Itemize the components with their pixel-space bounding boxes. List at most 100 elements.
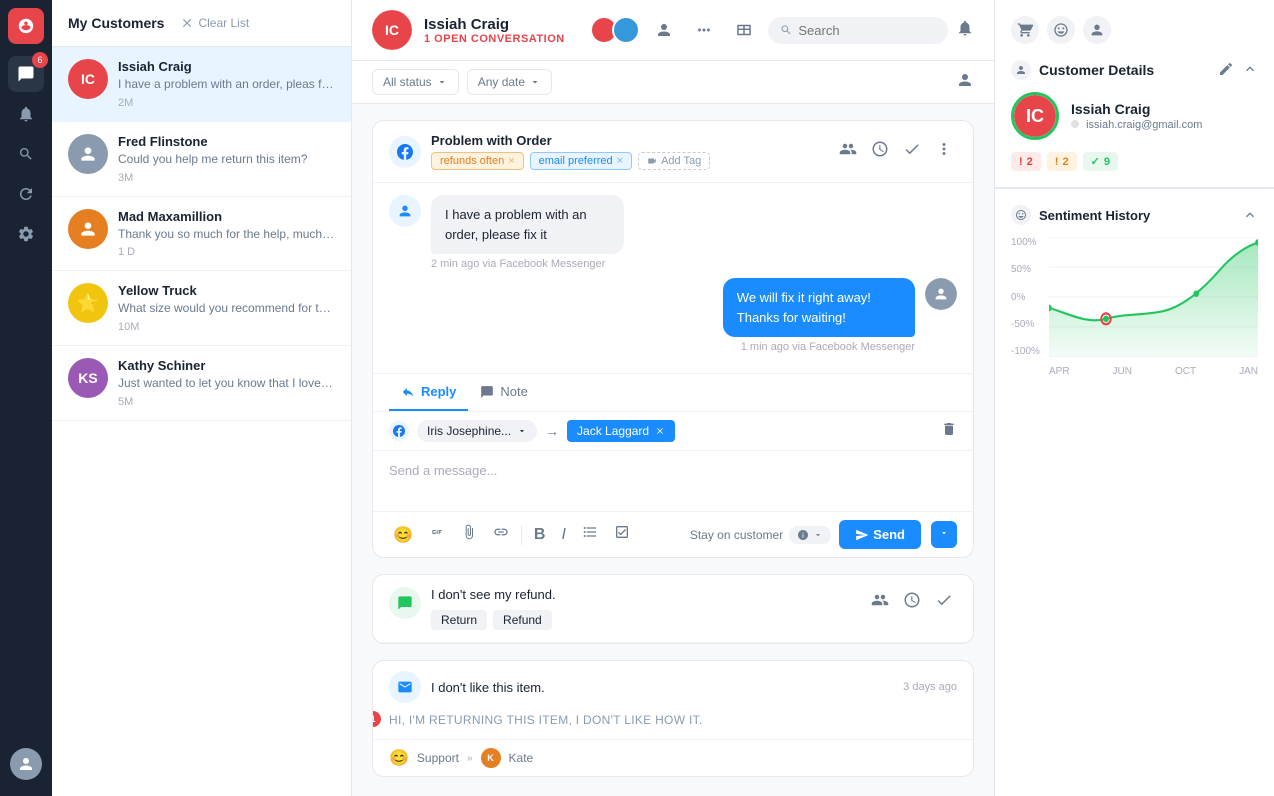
search-input[interactable]: [798, 23, 936, 38]
chart-x-labels: APR JUN OCT JAN: [1049, 366, 1258, 377]
sentiment-collapse-icon[interactable]: [1242, 207, 1258, 223]
customer-list: IC Issiah Craig I have a problem with an…: [52, 47, 351, 796]
italic-button[interactable]: I: [557, 522, 569, 548]
conv-card-1-title-area: Problem with Order refunds often × email…: [431, 133, 825, 170]
customer-badges: ! 2 ! 2 ✓ 9: [1011, 152, 1258, 171]
customer-preview-issiah: I have a problem with an order, pleas fi…: [118, 76, 335, 93]
customer-detail-card: IC Issiah Craig issiah.craig@gmail.com: [1011, 92, 1258, 140]
message-content-1: I have a problem with an order, please f…: [431, 195, 706, 270]
more-options-conv-button[interactable]: [931, 136, 957, 167]
msg-bubble-outgoing-1: We will fix it right away! Thanks for wa…: [723, 278, 915, 337]
customer-item-fred[interactable]: Fred Flinstone Could you help me return …: [52, 122, 351, 197]
refresh-icon[interactable]: [8, 176, 44, 212]
note-tab[interactable]: Note: [468, 374, 539, 411]
settings-icon[interactable]: [8, 216, 44, 252]
add-participants-button-2[interactable]: [867, 587, 893, 618]
assign-button[interactable]: [648, 14, 680, 46]
panel-toggle-button[interactable]: [728, 14, 760, 46]
sentiment-section: Sentiment History 100% 50% 0% -50% -100%: [995, 188, 1274, 393]
route-chevron-icon: »: [467, 753, 473, 764]
route-delete-button[interactable]: [941, 421, 957, 442]
right-panel: Customer Details IC Issiah Craig issiah.…: [994, 0, 1274, 796]
snooze-button-2[interactable]: [899, 587, 925, 618]
send-button[interactable]: Send: [839, 520, 921, 549]
customer-avatar-kathy: KS: [68, 358, 108, 398]
badge-warning: ! 2: [1047, 152, 1077, 171]
route-from-selector[interactable]: Iris Josephine...: [417, 420, 537, 442]
msg-bubble-incoming-1: I have a problem with an order, please f…: [431, 195, 624, 254]
reply-tabs: Reply Note: [373, 374, 973, 412]
conv-card-2-tags: Return Refund: [431, 610, 857, 630]
resolve-button[interactable]: [899, 136, 925, 167]
customer-item-mad[interactable]: Mad Maxamillion Thank you so much for th…: [52, 197, 351, 272]
clear-list-button[interactable]: Clear List: [172, 12, 257, 34]
search-icon[interactable]: [8, 136, 44, 172]
panel-icon-emoji[interactable]: [1047, 16, 1075, 44]
emoji-button[interactable]: 😊: [389, 521, 417, 549]
conversation-card-1: Problem with Order refunds often × email…: [372, 120, 974, 558]
attachment-button[interactable]: [457, 520, 481, 549]
tag-refunds-often-close[interactable]: ×: [508, 155, 514, 167]
date-filter[interactable]: Any date: [467, 69, 552, 95]
panel-icon-person[interactable]: [1083, 16, 1111, 44]
panel-icon-shop[interactable]: [1011, 16, 1039, 44]
customer-time-kathy: 5M: [118, 396, 335, 408]
customer-name-kathy: Kathy Schiner: [118, 358, 335, 373]
open-conversation-label: 1 OPEN CONVERSATION: [424, 33, 578, 45]
checklist-button[interactable]: [610, 520, 634, 549]
customer-item-kathy[interactable]: KS Kathy Schiner Just wanted to let you …: [52, 346, 351, 421]
status-filter-label: All status: [383, 75, 432, 89]
customer-item-yellow[interactable]: ⭐ Yellow Truck What size would you recom…: [52, 271, 351, 346]
conv-card-3-footer: 😊 Support » K Kate: [373, 739, 973, 776]
conv-card-2-icon: [389, 587, 421, 619]
send-label: Send: [873, 527, 905, 542]
route-to-label: Jack Laggard: [567, 420, 675, 442]
snooze-button[interactable]: [867, 136, 893, 167]
header-customer-name: Issiah Craig: [424, 16, 578, 33]
customer-avatar-yellow: ⭐: [68, 283, 108, 323]
stay-toggle-button[interactable]: [789, 526, 831, 544]
link-button[interactable]: [489, 520, 513, 549]
gif-button[interactable]: [425, 520, 449, 549]
status-filter[interactable]: All status: [372, 69, 459, 95]
customer-item-issiah[interactable]: IC Issiah Craig I have a problem with an…: [52, 47, 351, 122]
customer-details-collapse-icon[interactable]: [1242, 61, 1258, 80]
customer-info-mad: Mad Maxamillion Thank you so much for th…: [118, 209, 335, 259]
send-options-button[interactable]: [931, 521, 957, 548]
sentiment-title: Sentiment History: [1039, 208, 1234, 223]
sentiment-chart: 100% 50% 0% -50% -100%: [1011, 237, 1258, 377]
list-button[interactable]: [578, 520, 602, 549]
add-participants-button[interactable]: [835, 136, 861, 167]
bell-icon[interactable]: [956, 19, 974, 42]
assignee-avatar-2: [612, 16, 640, 44]
app-logo[interactable]: [8, 8, 44, 44]
toolbar-separator: [521, 525, 522, 545]
conv-card-2-content: I don't see my refund. Return Refund: [431, 587, 857, 630]
tag-email-preferred-close[interactable]: ×: [617, 155, 623, 167]
customer-detail-name: Issiah Craig: [1071, 101, 1258, 117]
bold-button[interactable]: B: [530, 522, 550, 548]
assignee-avatar-kate: K: [481, 748, 501, 768]
notification-icon[interactable]: [8, 96, 44, 132]
customer-details-edit-icon[interactable]: [1218, 61, 1234, 80]
conv-card-3-body: HI, I'M RETURNING THIS ITEM, I DON'T LIK…: [373, 713, 973, 739]
messages-area: Problem with Order refunds often × email…: [352, 104, 994, 796]
messages-nav-item[interactable]: 6: [8, 56, 44, 92]
user-avatar[interactable]: [10, 748, 42, 780]
email-status-dot: [1071, 120, 1079, 128]
customer-name-yellow: Yellow Truck: [118, 283, 335, 298]
customer-info-yellow: Yellow Truck What size would you recomme…: [118, 283, 335, 333]
more-options-button[interactable]: [688, 14, 720, 46]
person-filter-icon[interactable]: [956, 71, 974, 94]
customer-name-mad: Mad Maxamillion: [118, 209, 335, 224]
message-input[interactable]: Send a message...: [373, 451, 973, 511]
reply-tab[interactable]: Reply: [389, 374, 468, 411]
sentiment-header[interactable]: Sentiment History: [1011, 205, 1258, 225]
msg-meta-incoming-1: 2 min ago via Facebook Messenger: [431, 258, 706, 270]
customer-avatar-mad: [68, 209, 108, 249]
conv-card-3-header: I don't like this item. 3 days ago: [373, 661, 973, 713]
customer-time-mad: 1 D: [118, 246, 335, 258]
chart-area: [1049, 237, 1258, 357]
add-tag-button[interactable]: Add Tag: [638, 152, 710, 170]
resolve-button-2[interactable]: [931, 587, 957, 618]
